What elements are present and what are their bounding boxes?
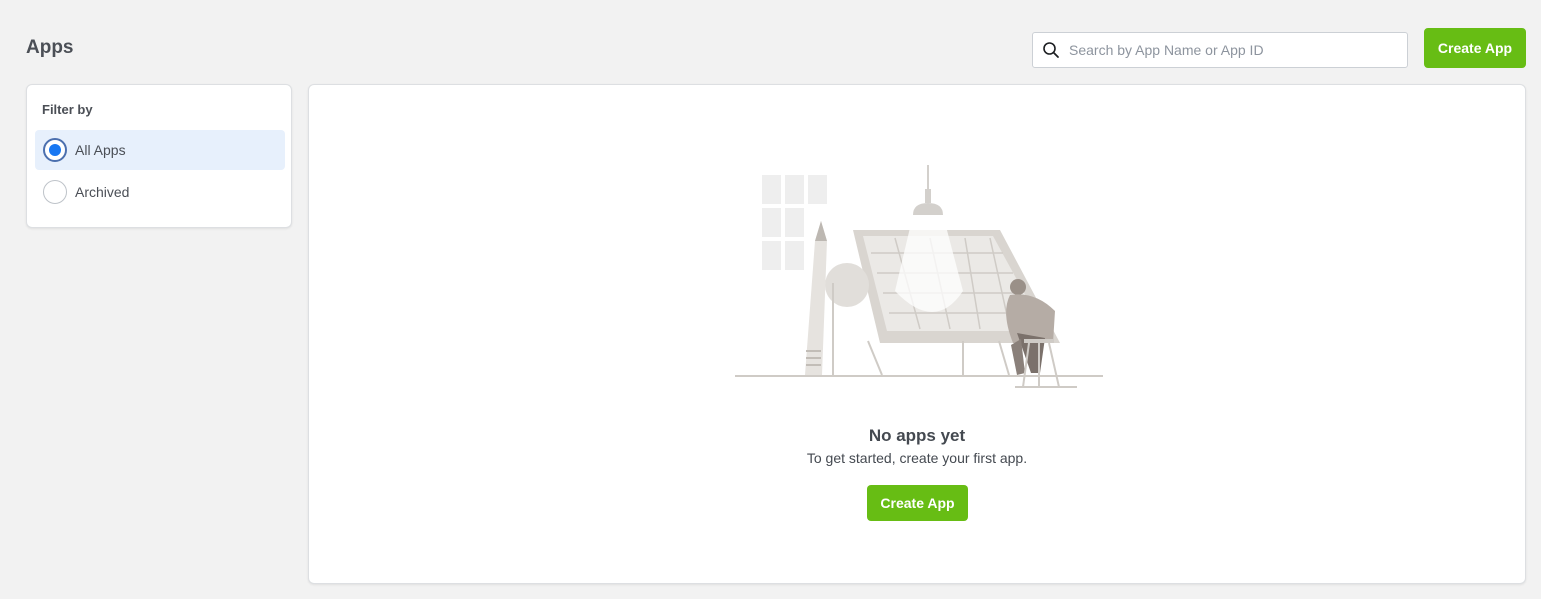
search-icon bbox=[1033, 33, 1069, 67]
person-at-drafting-table-illustration bbox=[735, 163, 1105, 393]
search-box[interactable] bbox=[1032, 32, 1408, 68]
radio-button-unchecked[interactable] bbox=[43, 180, 67, 204]
apps-main-panel: No apps yet To get started, create your … bbox=[308, 84, 1526, 584]
filter-option-all-apps[interactable]: All Apps bbox=[35, 130, 285, 170]
create-app-button[interactable]: Create App bbox=[1424, 28, 1526, 68]
create-app-button[interactable]: Create App bbox=[867, 485, 968, 521]
filter-panel: Filter by All Apps Archived bbox=[26, 84, 292, 228]
radio-button-checked[interactable] bbox=[43, 138, 67, 162]
filter-title: Filter by bbox=[42, 102, 93, 117]
filter-option-archived[interactable]: Archived bbox=[35, 172, 285, 212]
page-title: Apps bbox=[26, 37, 74, 58]
search-input[interactable] bbox=[1069, 35, 1399, 65]
empty-state-subtitle: To get started, create your first app. bbox=[806, 450, 1028, 466]
filter-option-label: Archived bbox=[75, 184, 130, 200]
filter-option-label: All Apps bbox=[75, 142, 126, 158]
empty-state-title: No apps yet bbox=[868, 426, 966, 445]
